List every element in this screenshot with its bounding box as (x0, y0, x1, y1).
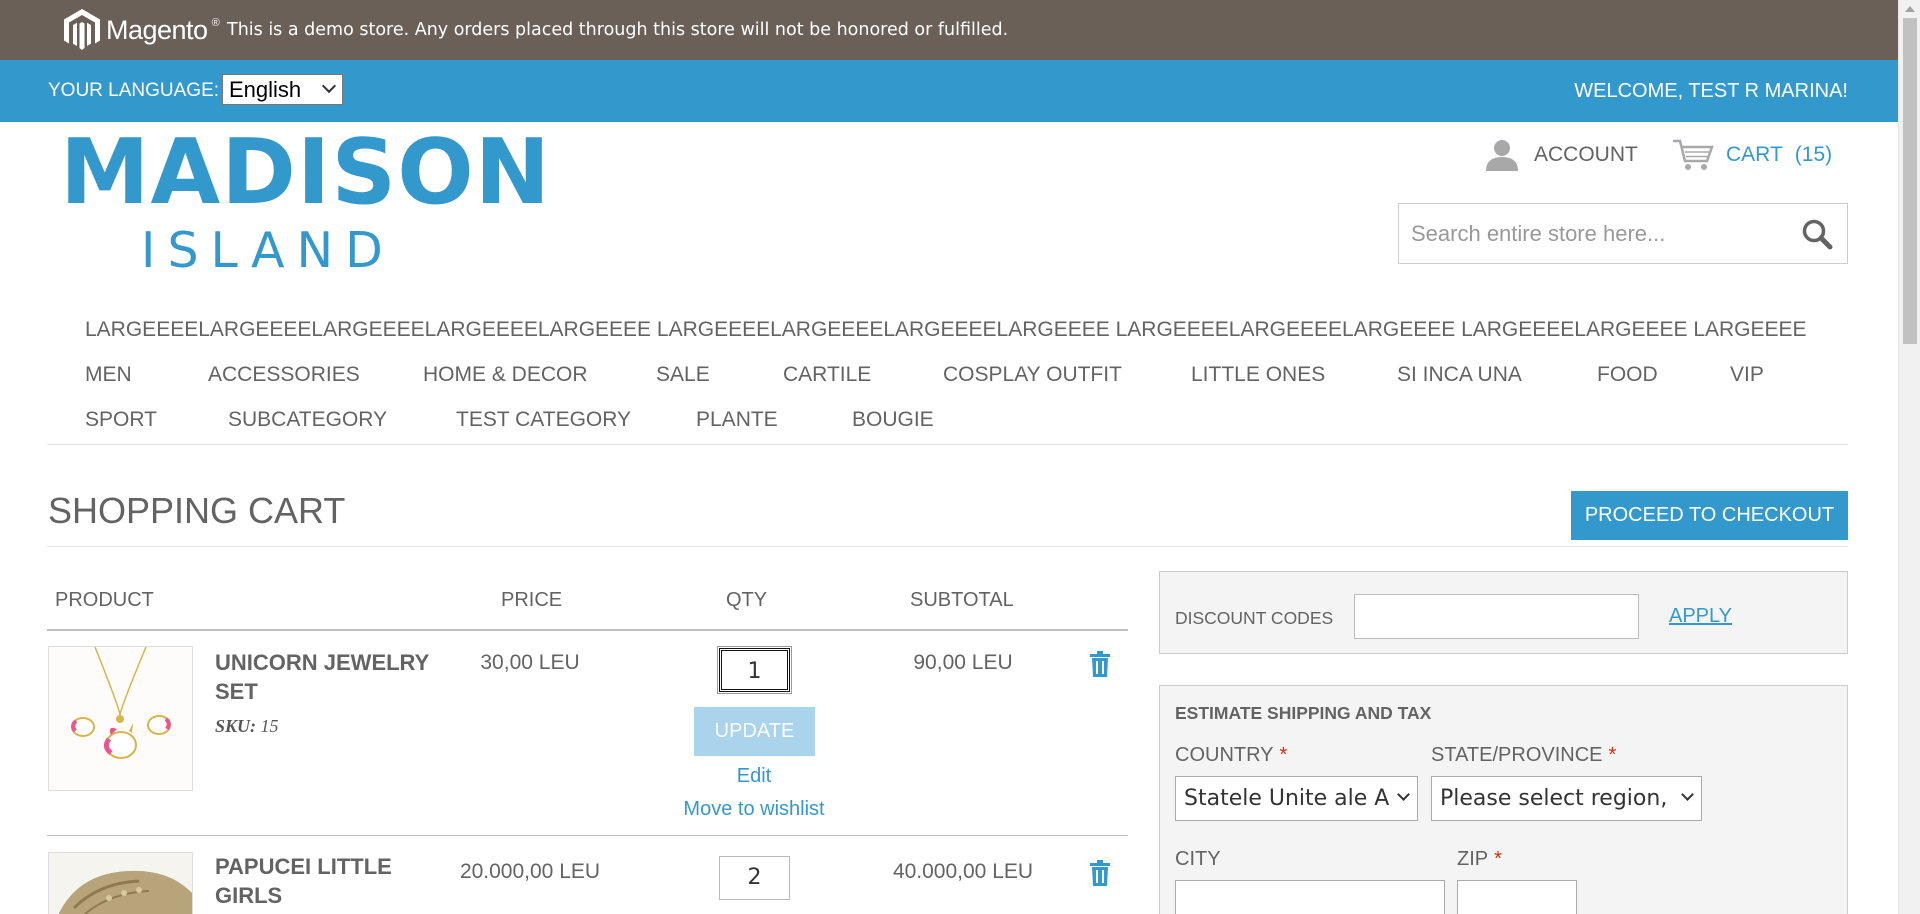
state-label-text: STATE/PROVINCE (1431, 744, 1603, 766)
nav-item-cartile[interactable]: CARTILE (783, 363, 871, 387)
column-header-qty: QTY (726, 589, 768, 611)
nav-item-men[interactable]: MEN (85, 363, 132, 387)
logo-line-madison: MADISON (60, 120, 552, 225)
search-input[interactable] (1411, 220, 1791, 248)
proceed-to-checkout-button[interactable]: PROCEED TO CHECKOUT (1571, 491, 1848, 540)
state-province-label: STATE/PROVINCE * (1431, 744, 1616, 767)
search-icon[interactable] (1801, 218, 1833, 250)
country-label-text: COUNTRY (1175, 744, 1274, 766)
scroll-up-arrow-icon[interactable] (1905, 6, 1915, 12)
quantity-input[interactable]: 2 (719, 856, 790, 900)
product-image[interactable] (48, 852, 193, 914)
product-sku: SKU: 15 (215, 716, 279, 737)
nav-item-test-category[interactable]: TEST CATEGORY (456, 408, 631, 432)
sku-value: 15 (260, 716, 279, 736)
scrollbar-thumb[interactable] (1903, 18, 1917, 344)
nav-item-accessories[interactable]: ACCESSORIES (208, 363, 360, 387)
table-row: UNICORN JEWELRY SET SKU: 15 30,00 LEU 1 … (47, 631, 1128, 836)
update-button[interactable]: UPDATE (694, 707, 815, 756)
sku-label: SKU: (215, 716, 257, 736)
trash-icon[interactable] (1089, 651, 1111, 677)
search-form (1398, 203, 1848, 264)
discount-codes-label: DISCOUNT CODES (1175, 608, 1334, 628)
required-mark: * (1494, 848, 1502, 870)
logo-line-island: ISLAND (141, 222, 395, 279)
nav-item-subcategory[interactable]: SUBCATEGORY (228, 408, 387, 432)
quantity-input[interactable]: 1 (717, 646, 792, 694)
product-name[interactable]: UNICORN JEWELRY SET (215, 648, 435, 706)
country-select-value: Statele Unite ale Americii (1184, 786, 1417, 811)
nav-item-plante[interactable]: PLANTE (696, 408, 778, 432)
magento-logo: Magento ® (62, 7, 220, 53)
welcome-message: WELCOME, TEST R MARINA! (1574, 80, 1848, 102)
edit-link[interactable]: Edit (647, 765, 861, 788)
language-select[interactable]: English (222, 74, 343, 105)
column-header-subtotal: SUBTOTAL (910, 589, 1014, 611)
magento-logo-icon (64, 9, 100, 50)
nav-item-little-ones[interactable]: LITTLE ONES (1191, 363, 1325, 387)
column-header-product: PRODUCT (55, 589, 154, 611)
apply-discount-link[interactable]: APPLY (1669, 605, 1732, 628)
city-label: CITY (1175, 848, 1221, 870)
state-select-value: Please select region, state or province (1440, 786, 1701, 811)
language-select-value: English (229, 77, 302, 102)
nav-divider (47, 444, 1848, 445)
nav-item-vip[interactable]: VIP (1730, 363, 1764, 387)
column-header-price: PRICE (501, 589, 563, 611)
title-divider (47, 546, 1848, 547)
state-province-select[interactable]: Please select region, state or province (1431, 776, 1702, 821)
cart-label: CART (1726, 143, 1783, 166)
nav-item-bougie[interactable]: BOUGIE (852, 408, 934, 432)
demo-store-notice-bar: Magento ® This is a demo store. Any orde… (0, 0, 1898, 60)
nav-item-largeeee[interactable]: LARGEEEELARGEEEELARGEEEELARGEEEELARGEEEE… (85, 318, 1807, 342)
product-name[interactable]: PAPUCEI LITTLE GIRLS (215, 852, 435, 910)
discount-code-input[interactable] (1354, 594, 1639, 639)
country-label: COUNTRY * (1175, 744, 1287, 767)
shopping-cart-icon (1673, 139, 1714, 170)
page-scrollbar[interactable] (1898, 0, 1920, 914)
nav-item-cosplay-outfit[interactable]: COSPLAY OUTFIT (943, 363, 1122, 387)
city-input[interactable] (1175, 880, 1445, 914)
store-logo[interactable]: MADISON ISLAND (60, 120, 552, 280)
zip-label-text: ZIP (1457, 848, 1489, 870)
nav-item-sale[interactable]: SALE (656, 363, 710, 387)
shoes-image (49, 853, 192, 914)
move-to-wishlist-link[interactable]: Move to wishlist (647, 798, 861, 821)
discount-codes-box: DISCOUNT CODES APPLY (1159, 571, 1848, 654)
product-subtotal: 40.000,00 LEU (892, 860, 1034, 883)
nav-item-home-decor[interactable]: HOME & DECOR (423, 363, 588, 387)
cart-link[interactable]: CART (15) (1672, 138, 1832, 172)
account-person-icon (1486, 140, 1518, 171)
required-mark: * (1279, 744, 1288, 766)
zip-input[interactable] (1457, 880, 1577, 914)
product-subtotal: 90,00 LEU (913, 651, 1013, 674)
nav-item-si-inca-una[interactable]: SI INCA UNA (1397, 363, 1522, 387)
product-image[interactable] (48, 646, 193, 791)
product-price: 20.000,00 LEU (459, 860, 601, 883)
table-row: PAPUCEI LITTLE GIRLS 20.000,00 LEU 2 40.… (47, 836, 1128, 914)
cart-count-badge: (15) (1794, 143, 1833, 166)
account-label: ACCOUNT (1534, 143, 1638, 166)
product-price: 30,00 LEU (480, 651, 580, 674)
nav-item-sport[interactable]: SPORT (85, 408, 157, 432)
chevron-down-icon (321, 78, 337, 94)
zip-label: ZIP * (1457, 848, 1502, 871)
page-title: SHOPPING CART (48, 490, 346, 531)
registered-mark: ® (211, 17, 220, 29)
account-link[interactable]: ACCOUNT (1484, 138, 1638, 172)
header-language-bar: YOUR LANGUAGE: English WELCOME, TEST R M… (0, 60, 1898, 122)
estimate-shipping-title: ESTIMATE SHIPPING AND TAX (1175, 703, 1432, 723)
language-label: YOUR LANGUAGE: (48, 80, 220, 101)
unicorn-jewelry-image (49, 647, 192, 790)
demo-notice-text: This is a demo store. Any orders placed … (227, 20, 1009, 40)
country-select[interactable]: Statele Unite ale Americii (1175, 776, 1418, 821)
nav-item-food[interactable]: FOOD (1597, 363, 1658, 387)
trash-icon[interactable] (1089, 860, 1111, 886)
estimate-shipping-box: ESTIMATE SHIPPING AND TAX COUNTRY * State… (1159, 685, 1848, 914)
required-mark: * (1608, 744, 1617, 766)
magento-logo-text: Magento (106, 14, 208, 45)
